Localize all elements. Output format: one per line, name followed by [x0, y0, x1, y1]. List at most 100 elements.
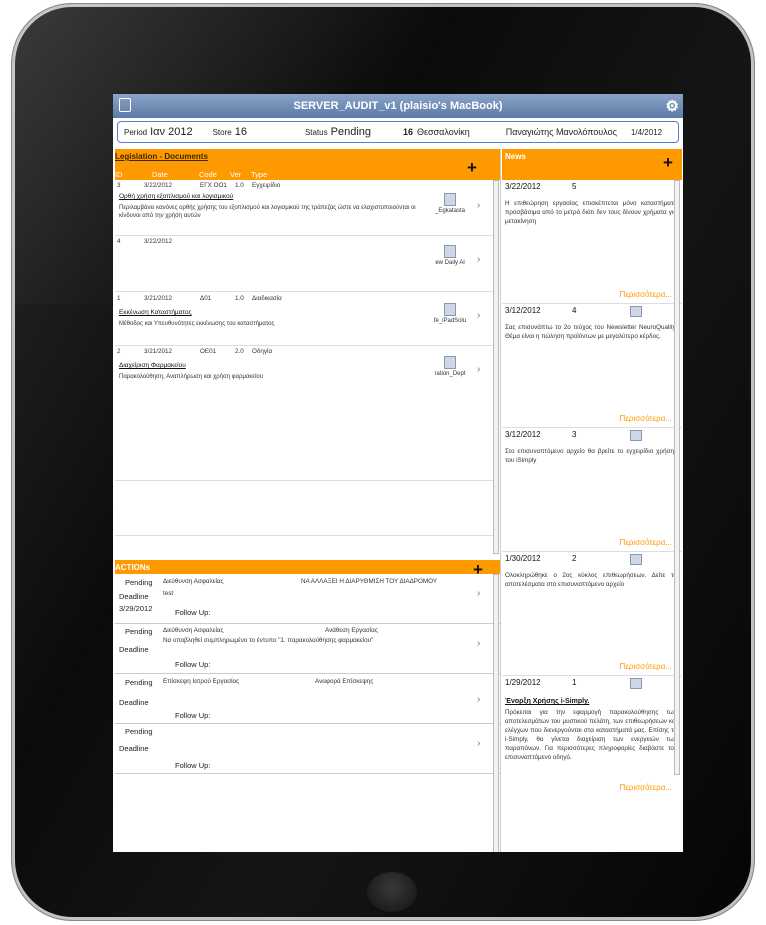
doc-link[interactable]: Ορθή χρήση εξοπλισμού και λογισμικού — [117, 193, 235, 200]
doc-attachment[interactable]: ew Daily Al — [432, 239, 468, 275]
news-attachment-icon[interactable] — [630, 430, 642, 441]
news-text: Σας επισυνάπτω το 2ο τεύχος του Newslett… — [505, 324, 677, 340]
news-attachment-icon[interactable] — [630, 306, 642, 317]
doc-date: 3/22/2012 — [144, 238, 173, 245]
add-news-icon[interactable]: + — [663, 154, 673, 171]
document-row[interactable]: 4 3/22/2012 ew Daily Al › — [115, 236, 500, 292]
file-icon — [444, 303, 456, 316]
news-text: Πρόκειται για την εφαρμογή παρακολούθηση… — [505, 709, 677, 761]
store-value[interactable]: 16 — [235, 126, 247, 138]
news-item[interactable]: 3/12/2012 4 Σας επισυνάπτω το 2ο τεύχος … — [502, 304, 682, 428]
news-item[interactable]: 1/29/2012 1 Ένορξη Χρήσης i-Simply. Πρόκ… — [502, 676, 682, 806]
app-screen: SERVER_AUDIT_v1 (plaisio's MacBook) ⚙ Pe… — [113, 94, 683, 852]
news-item[interactable]: 3/12/2012 3 Στο επισυναπτόμενο αρχείο θα… — [502, 428, 682, 552]
news-date: 3/22/2012 — [505, 182, 541, 191]
chevron-right-icon[interactable]: › — [477, 200, 480, 211]
doc-link[interactable]: Εκκένωση Καταστήματος — [117, 309, 194, 316]
legislation-header: Legislation - Documents + ID Date Code V… — [115, 149, 500, 180]
doc-description: Παρακολούθηση, Αναπλήρωση και χρήση φαρμ… — [119, 374, 264, 380]
document-row[interactable]: 1 3/21/2012 Δ01 1.0 Διαδικασία Εκκένωση … — [115, 292, 500, 346]
news-scrollbar[interactable] — [674, 180, 680, 775]
file-icon — [444, 193, 456, 206]
period-value[interactable]: Ιαν 2012 — [150, 126, 192, 138]
doc-id: 4 — [117, 238, 121, 245]
action-row[interactable]: Pending Deadline 3/29/2012 Διεύθυνση Ασφ… — [115, 574, 500, 624]
status-label: Status — [304, 127, 328, 137]
window-title: SERVER_AUDIT_v1 (plaisio's MacBook) — [293, 100, 503, 112]
doc-ver: 1.0 — [235, 295, 244, 302]
document-row[interactable]: 2 3/21/2012 ΟΕ01 2.0 Οδηγία Διαχείριση Φ… — [115, 346, 500, 401]
chevron-right-icon[interactable]: › — [477, 364, 480, 375]
left-pane: Legislation - Documents + ID Date Code V… — [115, 149, 501, 852]
news-text: Η επιθεώρηση εργασίας επισκέπτεται μόνο … — [505, 200, 677, 225]
news-more-link[interactable]: Περισσότερα... — [620, 662, 672, 671]
documents-scrollbar[interactable] — [493, 180, 499, 554]
chevron-right-icon[interactable]: › — [477, 588, 480, 599]
title-bar: SERVER_AUDIT_v1 (plaisio's MacBook) ⚙ — [113, 94, 683, 118]
documents-list: 3 3/22/2012 ΕΓΧ ΟΟ1 1.0 Εγχειρίδιο Ορθή … — [115, 180, 500, 556]
window-copy-icon[interactable] — [119, 98, 131, 112]
col-ver: Ver — [230, 170, 242, 179]
document-row[interactable]: 3 3/22/2012 ΕΓΧ ΟΟ1 1.0 Εγχειρίδιο Ορθή … — [115, 180, 500, 236]
followup-label: Follow Up: — [175, 608, 211, 617]
doc-code: ΕΓΧ ΟΟ1 — [200, 182, 227, 189]
news-number: 5 — [572, 182, 577, 191]
chevron-right-icon[interactable]: › — [477, 638, 480, 649]
actions-scrollbar[interactable] — [493, 574, 499, 852]
news-more-link[interactable]: Περισσότερα... — [620, 538, 672, 547]
chevron-right-icon[interactable]: › — [477, 738, 480, 749]
news-text: Στο επισυναπτόμενο αρχείο θα βρείτε το ε… — [505, 448, 677, 464]
doc-type: Οδηγία — [252, 348, 273, 355]
doc-type: Εγχειρίδιο — [252, 182, 281, 189]
action-status: Pending — [125, 727, 153, 736]
news-more-link[interactable]: Περισσότερα... — [620, 290, 672, 299]
deadline-label: Deadline — [119, 592, 149, 601]
chevron-right-icon[interactable]: › — [477, 694, 480, 705]
doc-id: 2 — [117, 348, 121, 355]
news-number: 2 — [572, 554, 577, 563]
gear-icon[interactable]: ⚙ — [666, 97, 679, 115]
legislation-title[interactable]: Legislation - Documents — [115, 152, 208, 161]
doc-filename: ration_Dept — [434, 371, 466, 377]
col-code: Code — [199, 170, 217, 179]
chevron-right-icon[interactable]: › — [477, 310, 480, 321]
news-item[interactable]: 1/30/2012 2 Ολοκληρώθηκε ο 2ος κύκλος επ… — [502, 552, 682, 676]
home-button[interactable] — [367, 872, 417, 912]
news-item[interactable]: 3/22/2012 5 Η επιθεώρηση εργασίας επισκέ… — [502, 180, 682, 304]
doc-ver: 2.0 — [235, 348, 244, 355]
chevron-right-icon[interactable]: › — [477, 254, 480, 265]
news-attachment-icon[interactable] — [630, 678, 642, 689]
store-city: Θεσσαλονίκη — [417, 127, 470, 137]
doc-date: 3/21/2012 — [144, 295, 173, 302]
doc-attachment[interactable]: _Egkatasta — [432, 187, 468, 223]
doc-code: Δ01 — [200, 295, 212, 302]
doc-link[interactable]: Διαχείριση Φαρμακείου — [117, 362, 188, 369]
news-more-link[interactable]: Περισσότερα... — [620, 783, 672, 792]
action-department: Διεύθυνση Ασφαλείας — [163, 627, 224, 634]
status-value[interactable]: Pending — [331, 126, 371, 138]
news-more-link[interactable]: Περισσότερα... — [620, 414, 672, 423]
news-list: 3/22/2012 5 Η επιθεώρηση εργασίας επισκέ… — [502, 180, 682, 852]
col-id: ID — [115, 170, 123, 179]
action-row[interactable]: Pending Deadline Επίσκεψη Ιατρού Εργασία… — [115, 674, 500, 724]
doc-attachment[interactable]: fe_iPadSolu — [432, 297, 468, 333]
action-department: Διεύθυνση Ασφαλείας — [163, 578, 224, 585]
doc-id: 1 — [117, 295, 121, 302]
doc-attachment[interactable]: ration_Dept — [432, 350, 468, 386]
news-heading: Ένορξη Χρήσης i-Simply. — [505, 698, 590, 705]
col-type: Type — [251, 170, 268, 179]
add-document-icon[interactable]: + — [467, 159, 477, 176]
news-date: 1/29/2012 — [505, 678, 541, 687]
action-row[interactable]: Pending Deadline Διεύθυνση Ασφαλείας Ανά… — [115, 624, 500, 674]
actions-list: Pending Deadline 3/29/2012 Διεύθυνση Ασφ… — [115, 574, 500, 852]
news-date: 3/12/2012 — [505, 306, 541, 315]
deadline-label: Deadline — [119, 645, 149, 654]
followup-label: Follow Up: — [175, 711, 211, 720]
divider — [115, 535, 495, 536]
action-row[interactable]: Pending Deadline Follow Up: › — [115, 724, 500, 774]
news-text: Ολοκληρώθηκε ο 2ος κύκλος επιθεωρήσεων. … — [505, 572, 677, 588]
news-attachment-icon[interactable] — [630, 554, 642, 565]
file-icon — [444, 245, 456, 258]
auditor-name: Παναγιώτης Μανολόπουλος — [505, 127, 617, 137]
audit-header: Period Ιαν 2012 Store 16 Status Pending … — [117, 121, 679, 143]
